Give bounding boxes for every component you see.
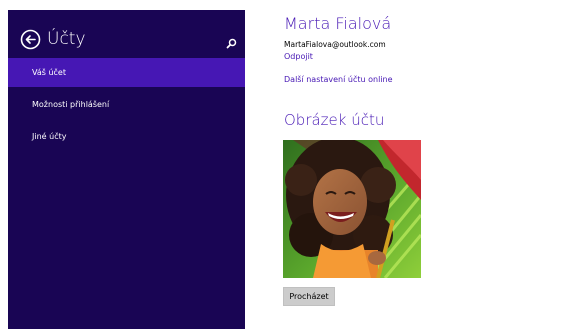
- sidebar-item-your-account[interactable]: Váš účet: [8, 58, 245, 87]
- search-icon: [226, 38, 237, 49]
- account-picture-heading: Obrázek účtu: [284, 111, 385, 129]
- sidebar-title: Účty: [47, 29, 86, 49]
- more-account-settings-link[interactable]: Další nastavení účtu online: [284, 74, 393, 85]
- search-button[interactable]: [226, 34, 237, 49]
- sidebar-nav: Váš účet Možnosti přihlášení Jiné účty: [8, 58, 245, 154]
- account-panel: Marta Fialová MartaFialova@outlook.com O…: [283, 0, 584, 329]
- account-name: Marta Fialová: [284, 14, 392, 33]
- settings-sidebar: Účty Váš účet Možnosti přihlášení Jiné ú…: [8, 10, 245, 329]
- sidebar-item-other-accounts[interactable]: Jiné účty: [8, 122, 245, 151]
- account-email: MartaFialova@outlook.com: [284, 40, 386, 49]
- disconnect-link[interactable]: Odpojit: [284, 51, 313, 62]
- sidebar-item-sign-in-options[interactable]: Možnosti přihlášení: [8, 90, 245, 119]
- browse-button[interactable]: Procházet: [283, 287, 335, 306]
- back-arrow-icon: [20, 29, 41, 50]
- account-picture: [283, 140, 421, 278]
- back-button[interactable]: [20, 29, 41, 50]
